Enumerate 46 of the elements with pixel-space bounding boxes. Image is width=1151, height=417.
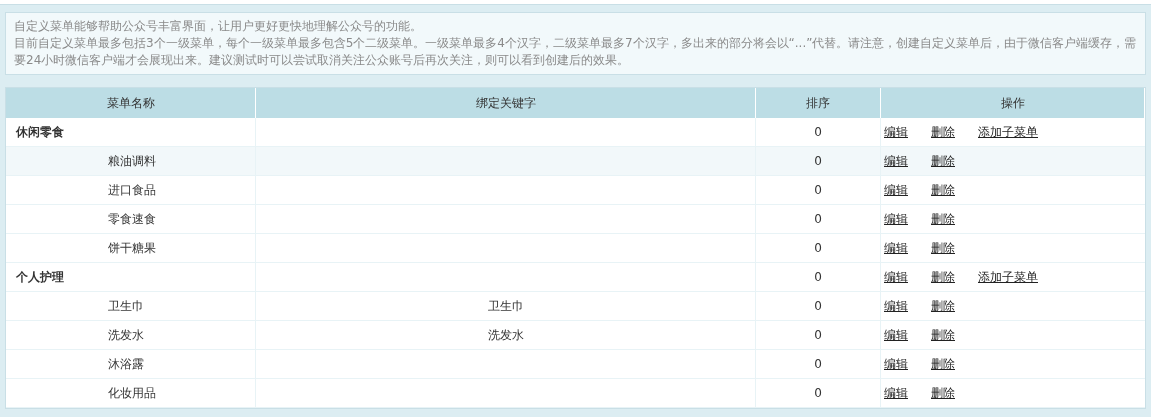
menu-name: 饼干糖果: [108, 240, 156, 257]
action-link[interactable]: 编辑: [884, 355, 908, 373]
action-link[interactable]: 编辑: [884, 384, 908, 402]
keyword-cell-text: 洗发水: [488, 327, 524, 344]
action-link[interactable]: 删除: [931, 384, 955, 402]
action-link[interactable]: 删除: [931, 239, 955, 257]
action-link[interactable]: 删除: [931, 326, 955, 344]
order-cell-text: 0: [814, 124, 822, 141]
order-cell-text: 0: [814, 211, 822, 228]
order-cell-text: 0: [814, 240, 822, 257]
action-link[interactable]: 添加子菜单: [978, 268, 1038, 286]
action-link[interactable]: 编辑: [884, 123, 908, 141]
keyword-cell-text: 卫生巾: [488, 298, 524, 315]
action-link[interactable]: 编辑: [884, 210, 908, 228]
menu-name: 化妆用品: [108, 385, 156, 402]
order-cell-text: 0: [814, 153, 822, 170]
order-cell-text: 0: [814, 269, 822, 286]
menu-name: 休闲零食: [16, 124, 64, 141]
notice-text: 自定义菜单能够帮助公众号丰富界面，让用户更好更快地理解公众号的功能。: [14, 18, 423, 35]
order-cell-text: 0: [814, 385, 822, 402]
menu-name: 个人护理: [16, 269, 64, 286]
action-link[interactable]: 编辑: [884, 297, 908, 315]
action-link[interactable]: 删除: [931, 355, 955, 373]
action-link[interactable]: 编辑: [884, 239, 908, 257]
action-link[interactable]: 编辑: [884, 152, 908, 170]
action-link[interactable]: 删除: [931, 268, 955, 286]
menu-name: 沐浴露: [108, 356, 144, 373]
action-link[interactable]: 删除: [931, 152, 955, 170]
action-link[interactable]: 删除: [931, 181, 955, 199]
action-link[interactable]: 编辑: [884, 326, 908, 344]
order-cell-text: 0: [814, 298, 822, 315]
notice-text: 目前自定义菜单最多包括3个一级菜单，每个一级菜单最多包含5个二级菜单。一级菜单最多4个汉字，二级菜单最多7个汉字，多出来的部分将会以“...”代替。请注意，创建自定义菜单后，由于微信客户端缓存，需要24小时微信客户端才会展现出来。建议测试时可以尝试取消关注公众账号后再次关注，则可以看到创建后的效果。: [14, 35, 1137, 69]
order-cell-text: 0: [814, 356, 822, 373]
action-link[interactable]: 编辑: [884, 268, 908, 286]
action-link[interactable]: 编辑: [884, 181, 908, 199]
action-link[interactable]: 删除: [931, 123, 955, 141]
menu-name: 卫生巾: [108, 298, 144, 315]
menu-name: 零食速食: [108, 211, 156, 228]
menu-name: 洗发水: [108, 327, 144, 344]
order-cell-text: 0: [814, 182, 822, 199]
menu-name: 粮油调料: [108, 153, 156, 170]
menu-name: 进口食品: [108, 182, 156, 199]
action-link[interactable]: 添加子菜单: [978, 123, 1038, 141]
action-link[interactable]: 删除: [931, 297, 955, 315]
order-cell-text: 0: [814, 327, 822, 344]
action-link[interactable]: 删除: [931, 210, 955, 228]
